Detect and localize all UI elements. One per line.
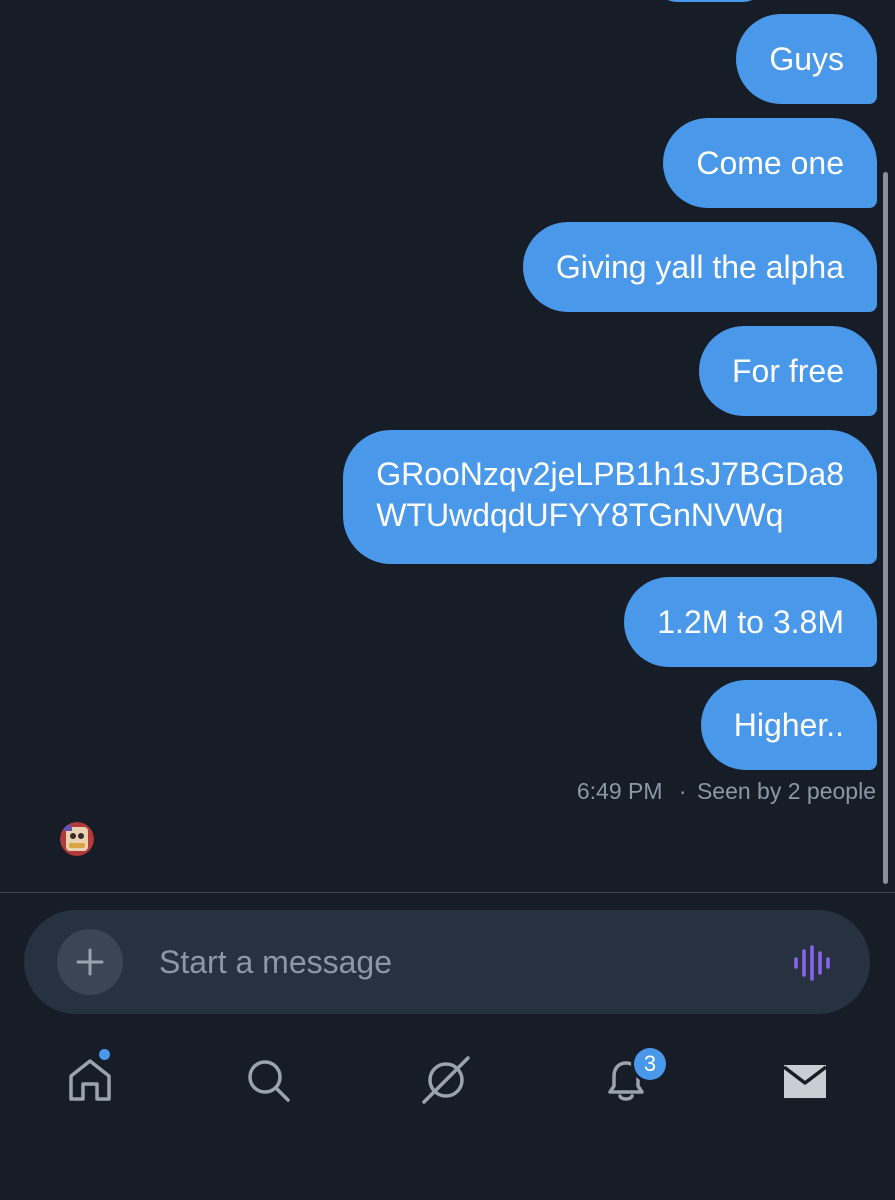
tab-grok[interactable] — [420, 1054, 472, 1106]
message-bubble[interactable]: GRooNzqv2jeLPB1h1sJ7BGDa8 WTUwdqdUFYY8TG… — [343, 430, 877, 564]
voice-message-button[interactable] — [792, 942, 834, 984]
tab-home[interactable] — [64, 1054, 116, 1106]
tab-messages[interactable] — [779, 1054, 831, 1106]
add-attachment-button[interactable] — [57, 929, 123, 995]
home-icon — [69, 1059, 111, 1101]
grok-icon — [422, 1056, 470, 1104]
message-thread[interactable]: Guys Come one Giving yall the alpha For … — [0, 0, 895, 892]
message-status: 6:49 PM · Seen by 2 people — [577, 778, 876, 805]
message-time: 6:49 PM — [576, 778, 663, 804]
plus-icon — [76, 948, 104, 976]
mail-icon — [782, 1065, 828, 1098]
message-bubble[interactable]: For free — [698, 326, 877, 416]
message-bubble[interactable]: 1.2M to 3.8M — [624, 577, 877, 667]
home-notification-dot — [99, 1049, 110, 1060]
notification-badge: 3 — [634, 1048, 666, 1080]
message-bubble[interactable]: Higher.. — [700, 680, 877, 770]
separator: · — [678, 778, 687, 804]
audio-waveform-icon — [794, 945, 830, 981]
seen-status: Seen by 2 people — [696, 778, 876, 804]
scrollbar[interactable] — [883, 172, 888, 884]
message-bubble[interactable]: Come one — [663, 118, 877, 208]
seen-by-avatar[interactable] — [60, 822, 94, 856]
avatar-image — [60, 822, 94, 856]
message-bubble[interactable]: Guys — [736, 14, 877, 104]
divider — [0, 892, 895, 893]
message-bubble[interactable]: Giving yall the alpha — [522, 222, 877, 312]
search-icon — [248, 1060, 290, 1102]
previous-message-bubble[interactable] — [655, 0, 765, 2]
message-composer — [24, 910, 870, 1014]
message-input[interactable] — [159, 940, 759, 984]
tab-search[interactable] — [242, 1054, 294, 1106]
